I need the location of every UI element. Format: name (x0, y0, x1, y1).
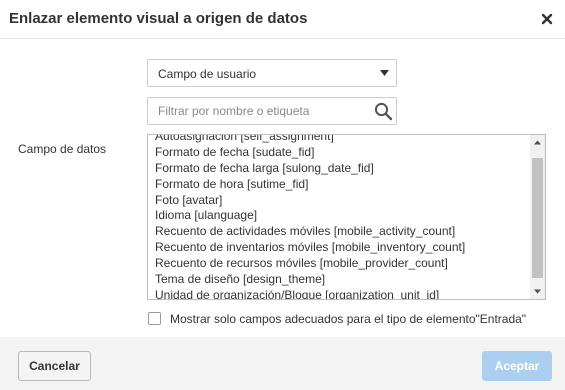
dialog-header: Enlazar elemento visual a origen de dato… (0, 0, 565, 39)
source-type-select[interactable]: Campo de usuario (147, 59, 397, 87)
scroll-up-arrow-icon (534, 140, 541, 145)
dialog-title: Enlazar elemento visual a origen de dato… (9, 10, 308, 27)
data-field-list[interactable]: Autoasignación [self_assignment] Formato… (147, 134, 546, 300)
list-item[interactable]: Formato de fecha larga [sulong_date_fid] (148, 161, 531, 177)
only-suitable-fields-label: Mostrar solo campos adecuados para el ti… (170, 312, 527, 326)
only-suitable-fields-checkbox[interactable] (148, 312, 161, 325)
list-scrollbar[interactable] (530, 135, 545, 299)
list-item[interactable]: Formato de fecha [sudate_fid] (148, 145, 531, 161)
scroll-up-button[interactable] (530, 135, 545, 150)
list-item[interactable]: Recuento de recursos móviles [mobile_pro… (148, 256, 531, 272)
list-item[interactable]: Tema de diseño [design_theme] (148, 272, 531, 288)
list-item[interactable]: Formato de hora [sutime_fid] (148, 177, 531, 193)
list-item[interactable]: Recuento de inventarios móviles [mobile_… (148, 240, 531, 256)
filter-field (147, 97, 397, 125)
list-item[interactable]: Autoasignación [self_assignment] (148, 135, 531, 145)
close-button[interactable] (537, 9, 557, 29)
list-item[interactable]: Unidad de organización/Bloque [organizat… (148, 288, 531, 299)
caret-down-icon (380, 70, 389, 76)
scrollbar-thumb[interactable] (532, 158, 543, 278)
cancel-button[interactable]: Cancelar (18, 351, 91, 381)
close-icon (541, 13, 553, 25)
filter-input[interactable] (148, 98, 368, 124)
link-data-source-dialog: Enlazar elemento visual a origen de dato… (0, 0, 565, 390)
data-field-label: Campo de datos (18, 142, 107, 156)
scroll-down-button[interactable] (530, 284, 545, 299)
search-icon[interactable] (374, 102, 393, 121)
source-type-selected-value: Campo de usuario (158, 67, 257, 81)
list-item[interactable]: Recuento de actividades móviles [mobile_… (148, 224, 531, 240)
list-item[interactable]: Foto [avatar] (148, 193, 531, 209)
list-item[interactable]: Idioma [ulanguage] (148, 208, 531, 224)
scroll-down-arrow-icon (534, 289, 541, 294)
data-field-options: Autoasignación [self_assignment] Formato… (148, 135, 531, 299)
accept-button[interactable]: Aceptar (482, 351, 552, 381)
